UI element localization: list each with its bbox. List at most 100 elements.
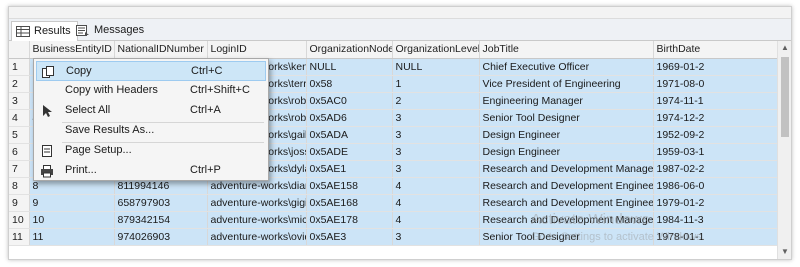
row-number[interactable]: 10	[9, 211, 30, 229]
menu-item-select-all[interactable]: Select All Ctrl+A	[36, 101, 266, 121]
table-cell[interactable]: 3	[392, 160, 480, 178]
table-cell[interactable]: 658797903	[114, 194, 208, 212]
column-header[interactable]: BirthDate	[653, 41, 777, 59]
table-cell[interactable]: adventure-works\ovidiu0	[207, 228, 307, 246]
table-cell[interactable]: 879342154	[114, 211, 208, 229]
tab-results[interactable]: Results	[11, 21, 78, 41]
table-cell[interactable]: 0x5AE1	[306, 160, 393, 178]
column-header[interactable]: OrganizationLevel	[392, 41, 480, 59]
row-number[interactable]: 5	[9, 126, 30, 144]
vertical-scrollbar[interactable]: ▲ ▼	[777, 41, 791, 259]
row-number[interactable]: 9	[9, 194, 30, 212]
table-cell[interactable]: 1987-02-2	[653, 160, 777, 178]
menu-item-save-results-as[interactable]: Save Results As...	[36, 121, 266, 141]
menu-item-shortcut: Ctrl+C	[191, 65, 223, 77]
row-number[interactable]: 4	[9, 109, 30, 127]
table-cell[interactable]: Research and Development Engineer	[479, 194, 654, 212]
tab-messages-label: Messages	[94, 24, 145, 36]
scroll-up-icon[interactable]: ▲	[778, 41, 792, 55]
row-number[interactable]: 2	[9, 75, 30, 93]
table-cell[interactable]: 3	[392, 228, 480, 246]
row-number[interactable]: 11	[9, 228, 30, 246]
table-cell[interactable]: 10	[29, 211, 115, 229]
menu-item-shortcut: Ctrl+P	[190, 164, 221, 176]
table-cell[interactable]: Senior Tool Designer	[479, 228, 654, 246]
menu-item-copy[interactable]: Copy Ctrl+C	[36, 61, 266, 81]
column-header[interactable]: OrganizationNode	[306, 41, 393, 59]
print-icon	[41, 165, 53, 178]
table-cell[interactable]: 1959-03-1	[653, 143, 777, 161]
table-cell[interactable]: Senior Tool Designer	[479, 109, 654, 127]
row-number[interactable]: 3	[9, 92, 30, 110]
table-cell[interactable]: 3	[392, 109, 480, 127]
table-cell[interactable]: 1	[392, 75, 480, 93]
table-cell[interactable]: adventure-works\michael6	[207, 211, 307, 229]
menu-item-copy-with-headers[interactable]: Copy with Headers Ctrl+Shift+C	[36, 81, 266, 101]
row-number[interactable]: 1	[9, 58, 30, 76]
top-strip	[9, 7, 791, 19]
menu-item-label: Copy	[66, 65, 92, 77]
table-cell[interactable]: 9	[29, 194, 115, 212]
table-cell[interactable]: 0x5AE3	[306, 228, 393, 246]
row-number[interactable]: 7	[9, 160, 30, 178]
table-cell[interactable]: Design Engineer	[479, 126, 654, 144]
table-cell[interactable]: 0x5AE178	[306, 211, 393, 229]
table-cell[interactable]: 0x5AD6	[306, 109, 393, 127]
table-cell[interactable]: 1978-01-1	[653, 228, 777, 246]
table-cell[interactable]: 0x5AE168	[306, 194, 393, 212]
table-cell[interactable]: 1969-01-2	[653, 58, 777, 76]
table-cell[interactable]: 1952-09-2	[653, 126, 777, 144]
column-header[interactable]: LoginID	[207, 41, 307, 59]
table-cell[interactable]: Engineering Manager	[479, 92, 654, 110]
table-cell[interactable]: 1986-06-0	[653, 177, 777, 195]
table-cell[interactable]: 1974-11-1	[653, 92, 777, 110]
table-cell[interactable]: 0x5ADE	[306, 143, 393, 161]
table-cell[interactable]: 1979-01-2	[653, 194, 777, 212]
table-row[interactable]: 1111974026903adventure-works\ovidiu00x5A…	[9, 228, 777, 246]
table-cell[interactable]: Research and Development Engineer	[479, 177, 654, 195]
menu-item-shortcut: Ctrl+A	[190, 104, 221, 116]
table-cell[interactable]: 974026903	[114, 228, 208, 246]
tab-messages[interactable]: Messages	[72, 21, 150, 41]
table-cell[interactable]: Research and Development Manager	[479, 211, 654, 229]
table-cell[interactable]: 0x5ADA	[306, 126, 393, 144]
table-cell[interactable]: 2	[392, 92, 480, 110]
results-tabs: Results Messages	[9, 19, 791, 41]
table-cell[interactable]: adventure-works\gigi0	[207, 194, 307, 212]
menu-item-page-setup[interactable]: Page Setup...	[36, 141, 266, 161]
table-row[interactable]: 9 9 658797903 adventure-works\gigi0 0x5AE168…	[9, 194, 777, 212]
menu-item-label: Copy with Headers	[65, 84, 158, 96]
row-number[interactable]: 8	[9, 177, 30, 195]
table-cell[interactable]: 4	[392, 177, 480, 195]
table-cell[interactable]: 11	[29, 228, 115, 246]
table-cell[interactable]: 4	[392, 194, 480, 212]
column-header[interactable]: BusinessEntityID	[29, 41, 115, 59]
grid-icon	[16, 26, 30, 37]
table-cell[interactable]: Research and Development Manager	[479, 160, 654, 178]
table-cell[interactable]: 0x58	[306, 75, 393, 93]
table-cell[interactable]: 4	[392, 211, 480, 229]
corner-header[interactable]	[9, 41, 30, 59]
row-number[interactable]: 6	[9, 143, 30, 161]
scroll-thumb[interactable]	[781, 57, 789, 137]
table-cell[interactable]: 0x5AC0	[306, 92, 393, 110]
table-cell[interactable]: 1974-12-2	[653, 109, 777, 127]
table-cell[interactable]: 1984-11-3	[653, 211, 777, 229]
table-cell[interactable]: Chief Executive Officer	[479, 58, 654, 76]
table-cell[interactable]: Design Engineer	[479, 143, 654, 161]
table-cell[interactable]: 3	[392, 143, 480, 161]
table-cell[interactable]: NULL	[306, 58, 393, 76]
table-cell[interactable]: 3	[392, 126, 480, 144]
column-header[interactable]: JobTitle	[479, 41, 654, 59]
copy-icon	[42, 66, 54, 78]
table-row[interactable]: 1010879342154adventure-works\michael60x5…	[9, 211, 777, 229]
scroll-down-icon[interactable]: ▼	[778, 245, 792, 259]
table-cell[interactable]: 1971-08-0	[653, 75, 777, 93]
menu-item-print[interactable]: Print... Ctrl+P	[36, 161, 266, 181]
table-cell[interactable]: Vice President of Engineering	[479, 75, 654, 93]
context-menu: Copy Ctrl+C Copy with Headers Ctrl+Shift…	[33, 58, 269, 181]
column-header[interactable]: NationalIDNumber	[114, 41, 208, 59]
table-cell[interactable]: 0x5AE158	[306, 177, 393, 195]
table-cell[interactable]: NULL	[392, 58, 480, 76]
menu-item-label: Page Setup...	[65, 144, 132, 156]
